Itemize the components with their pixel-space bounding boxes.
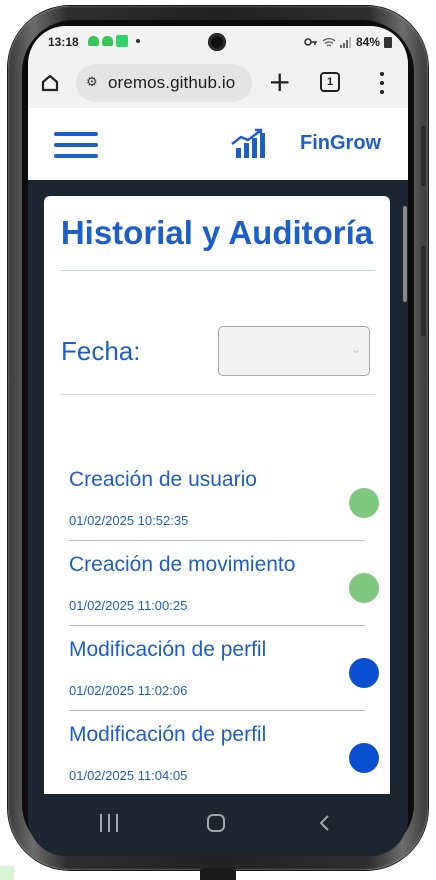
status-dot — [349, 488, 379, 518]
more-notifications-icon — [136, 39, 140, 43]
app-notification-icon — [116, 35, 128, 47]
event-timestamp: 01/02/2025 10:52:35 — [69, 513, 189, 528]
key-icon — [304, 38, 317, 46]
recents-button[interactable] — [100, 814, 118, 832]
event-timestamp: 01/02/2025 11:02:06 — [69, 683, 188, 698]
event-list: Creación de usuario 01/02/2025 10:52:35 … — [44, 456, 390, 796]
filter-divider — [61, 394, 375, 395]
new-tab-button[interactable]: + — [268, 66, 291, 98]
list-item[interactable]: Modificación de perfil 01/02/2025 11:04:… — [44, 711, 390, 796]
browser-toolbar: ⚙ oremos.github.io + 1 — [28, 58, 408, 108]
list-item[interactable]: Creación de movimiento 01/02/2025 11:00:… — [44, 541, 390, 626]
wifi-icon — [322, 37, 336, 47]
menu-dot — [380, 72, 384, 77]
recents-bar — [116, 814, 118, 832]
battery-percent: 84% — [355, 35, 380, 49]
status-time: 13:18 — [48, 35, 79, 49]
phone-screen: 13:18 84% ⚙ oremos.github.io + 1 FinGrow… — [28, 26, 408, 856]
volume-button — [421, 126, 426, 186]
status-dot — [349, 658, 379, 688]
system-nav-bar — [28, 794, 408, 856]
list-item[interactable]: Modificación de perfil 01/02/2025 11:02:… — [44, 626, 390, 711]
status-right: 84% — [304, 35, 392, 49]
tab-switcher-button[interactable]: 1 — [320, 72, 340, 92]
title-divider — [61, 270, 375, 271]
usb-cable — [200, 868, 236, 880]
event-timestamp: 01/02/2025 11:00:25 — [69, 598, 188, 613]
hamburger-line — [54, 132, 98, 136]
android-icon — [88, 36, 99, 46]
recents-bar — [100, 814, 102, 832]
home-button[interactable] — [38, 71, 62, 95]
hamburger-line — [54, 143, 98, 147]
notification-icons — [88, 35, 140, 47]
app-header: FinGrow — [28, 108, 408, 180]
scrollbar[interactable] — [403, 206, 407, 302]
growth-chart-icon — [231, 128, 265, 158]
event-timestamp: 01/02/2025 11:04:05 — [69, 768, 188, 783]
event-title: Creación de movimiento — [69, 553, 296, 576]
browser-menu-button[interactable] — [372, 70, 392, 96]
address-bar[interactable]: ⚙ oremos.github.io — [76, 64, 252, 102]
status-dot — [349, 573, 379, 603]
site-settings-icon[interactable]: ⚙ — [86, 76, 104, 90]
corner-marker — [0, 866, 14, 880]
recents-bar — [108, 814, 110, 832]
battery-icon — [384, 36, 392, 48]
page-title: Historial y Auditoría — [60, 214, 374, 251]
system-home-button[interactable] — [207, 814, 225, 832]
brand-logo-text[interactable]: FinGrow — [300, 132, 381, 155]
menu-dot — [380, 80, 384, 85]
signal-icon — [339, 36, 351, 48]
url-text: oremos.github.io — [108, 73, 236, 92]
history-card: Historial y Auditoría Fecha: ⌄ Creación … — [44, 196, 390, 816]
back-button[interactable] — [316, 814, 334, 832]
date-filter-label: Fecha: — [61, 336, 141, 366]
date-filter-select[interactable]: ⌄ — [218, 326, 370, 376]
status-dot — [349, 743, 379, 773]
main-content: Historial y Auditoría Fecha: ⌄ Creación … — [28, 180, 408, 856]
chevron-down-icon: ⌄ — [350, 342, 361, 356]
list-item[interactable]: Creación de usuario 01/02/2025 10:52:35 — [44, 456, 390, 541]
event-title: Modificación de perfil — [69, 723, 267, 746]
android-icon — [102, 36, 113, 46]
hamburger-menu-button[interactable] — [54, 132, 98, 158]
power-button — [421, 246, 426, 336]
front-camera — [208, 33, 226, 51]
home-icon — [41, 74, 59, 92]
hamburger-line — [54, 154, 98, 158]
status-bar: 13:18 84% — [28, 26, 408, 58]
event-title: Creación de usuario — [69, 468, 257, 491]
event-title: Modificación de perfil — [69, 638, 267, 661]
menu-dot — [380, 89, 384, 94]
